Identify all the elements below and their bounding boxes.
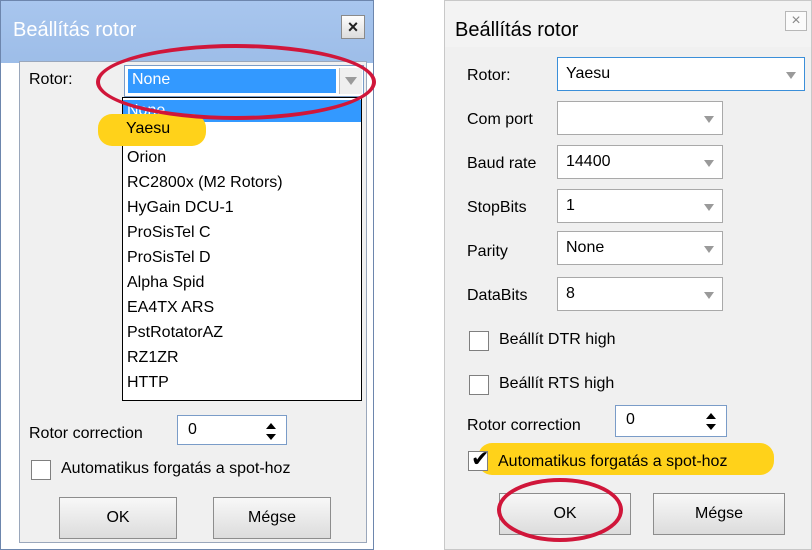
rotor-option-ea4tx-ars[interactable]: EA4TX ARS [123,297,361,319]
auto-rotate-label: Automatikus forgatás a spot-hoz [498,453,728,470]
dtr-high-label: Beállít DTR high [499,331,616,348]
chevron-down-icon [704,160,714,167]
rotor-option-rc2800x[interactable]: RC2800x (M2 Rotors) [123,172,361,194]
dialog-title: Beállítás rotor [455,19,579,41]
rotor-label: Rotor: [467,67,511,84]
ok-button-circle [497,478,623,542]
title-bar: Beállítás rotor × [445,1,811,47]
parity-select[interactable]: None [557,231,723,265]
arrow-down-icon[interactable] [706,424,716,430]
rotor-option-prosistel-c[interactable]: ProSisTel C [123,222,361,244]
rotor-option-http[interactable]: HTTP [123,372,361,394]
rotor-option-rz1zr[interactable]: RZ1ZR [123,347,361,369]
rotor-label: Rotor: [29,71,73,88]
rotor-select-circle [96,44,376,120]
parity-label: Parity [467,243,508,260]
auto-rotate-checkbox[interactable] [31,460,51,480]
stopbits-label: StopBits [467,199,527,216]
rotor-correction-label: Rotor correction [467,417,581,434]
rts-high-label: Beállít RTS high [499,375,615,392]
chevron-down-icon [704,116,714,123]
rotor-option-alpha-spid[interactable]: Alpha Spid [123,272,361,294]
close-button[interactable]: × [785,11,807,31]
rotor-option-prosistel-d[interactable]: ProSisTel D [123,247,361,269]
chevron-down-icon [786,72,796,79]
parity-value: None [566,239,605,256]
databits-value: 8 [566,285,575,302]
rts-high-checkbox[interactable] [469,375,489,395]
close-button[interactable]: × [341,15,365,39]
checkmark-icon: ✔ [471,446,490,471]
ok-button[interactable]: OK [59,497,177,539]
baud-rate-select[interactable]: 14400 [557,145,723,179]
chevron-down-icon [704,292,714,299]
stopbits-select[interactable]: 1 [557,189,723,223]
rotor-correction-spinner[interactable]: 0 [615,405,727,437]
baud-rate-label: Baud rate [467,155,537,172]
databits-select[interactable]: 8 [557,277,723,311]
rotor-correction-label: Rotor correction [29,425,143,442]
rotor-option-orion[interactable]: Orion [123,147,361,169]
chevron-down-icon [704,246,714,253]
rotor-option-hygain[interactable]: HyGain DCU-1 [123,197,361,219]
auto-rotate-label: Automatikus forgatás a spot-hoz [61,460,291,477]
rotor-correction-spinner[interactable]: 0 [177,415,287,445]
com-port-label: Com port [467,111,533,128]
arrow-up-icon[interactable] [266,423,276,429]
databits-label: DataBits [467,287,528,304]
rotor-select[interactable]: Yaesu [557,57,805,91]
rotor-correction-value: 0 [188,421,197,438]
yaesu-highlight-text: Yaesu [126,120,171,137]
chevron-down-icon [704,204,714,211]
dtr-high-checkbox[interactable] [469,331,489,351]
rotor-correction-value: 0 [626,411,635,428]
arrow-down-icon[interactable] [266,434,276,440]
cancel-button[interactable]: Mégse [213,497,331,539]
dialog-title: Beállítás rotor [13,19,137,41]
baud-rate-value: 14400 [566,153,611,170]
stopbits-value: 1 [566,197,575,214]
cancel-button[interactable]: Mégse [653,493,785,535]
rotor-option-pstrotatoraz[interactable]: PstRotatorAZ [123,322,361,344]
arrow-up-icon[interactable] [706,413,716,419]
rotor-value: Yaesu [566,65,611,82]
auto-rotate-checkbox[interactable]: ✔ [468,446,489,471]
com-port-select[interactable] [557,101,723,135]
